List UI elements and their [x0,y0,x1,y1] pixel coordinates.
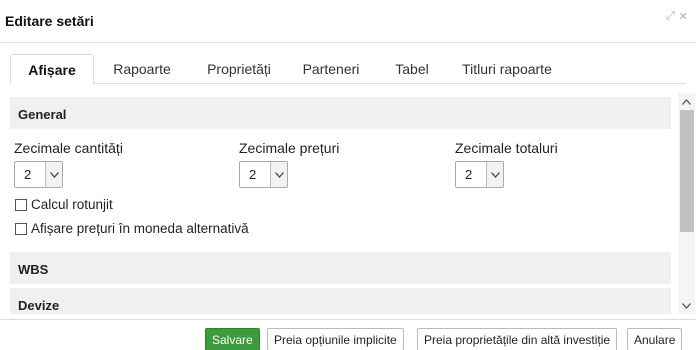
copy-properties-button[interactable]: Preia proprietățile din altă investiție [417,328,618,350]
window-controls: ⤢ ✕ [666,10,688,23]
decimals-prices-label: Zecimale prețuri [239,140,340,156]
decimals-totals-select[interactable]: 2 [455,161,504,188]
alt-currency-label: Afișare prețuri în moneda alternativă [31,221,249,236]
chevron-down-icon [270,162,287,187]
chevron-down-icon [45,162,62,187]
select-value: 2 [465,167,473,182]
vertical-scrollbar[interactable] [678,93,695,314]
chevron-down-icon [486,162,503,187]
tab-parteneri[interactable]: Parteneri [295,54,367,85]
decimals-totals-label: Zecimale totaluri [455,140,558,156]
rounded-calc-label: Calcul rotunjit [31,197,113,212]
close-icon[interactable]: ✕ [679,10,688,23]
save-button[interactable]: Salvare [205,328,260,350]
tab-titluri-rapoarte[interactable]: Titluri rapoarte [454,54,560,85]
rounded-calc-option: Calcul rotunjit [15,197,113,212]
select-value: 2 [24,167,32,182]
alt-currency-option: Afișare prețuri în moneda alternativă [15,221,249,236]
decimals-quantities-select[interactable]: 2 [14,161,63,188]
tab-proprietati[interactable]: Proprietăți [195,54,283,85]
section-devize-header[interactable]: Devize [10,288,671,314]
dialog-titlebar: Editare setări ⤢ ✕ [0,0,696,43]
tab-bar: Afișare Rapoarte Proprietăți Parteneri T… [10,54,686,85]
dialog-footer: Salvare Preia opțiunile implicite Preia … [0,319,696,350]
tab-afisare[interactable]: Afișare [10,54,94,85]
settings-panel: General Zecimale cantități 2 Zecimale pr… [10,93,678,314]
scroll-down-icon[interactable] [678,297,695,314]
decimals-prices-select[interactable]: 2 [239,161,288,188]
scroll-thumb[interactable] [680,110,694,232]
tab-rapoarte[interactable]: Rapoarte [102,54,182,85]
tab-tabel[interactable]: Tabel [388,54,436,85]
load-defaults-button[interactable]: Preia opțiunile implicite [267,328,404,350]
dialog-title: Editare setări [5,13,94,29]
expand-icon[interactable]: ⤢ [666,10,675,23]
scroll-up-icon[interactable] [678,93,695,110]
rounded-calc-checkbox[interactable] [15,198,27,211]
section-general-header[interactable]: General [10,97,671,129]
cancel-button[interactable]: Anulare [627,328,683,350]
decimals-quantities-label: Zecimale cantități [14,140,123,156]
alt-currency-checkbox[interactable] [15,222,27,235]
select-value: 2 [249,167,257,182]
section-wbs-header[interactable]: WBS [10,252,671,284]
